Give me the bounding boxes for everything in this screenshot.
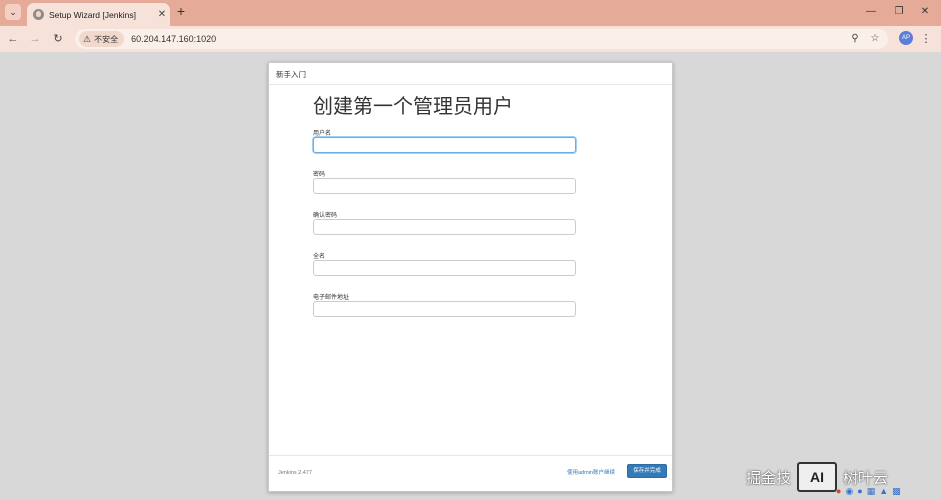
version-label: Jenkins 2.477 xyxy=(278,470,312,476)
dialog-footer: Jenkins 2.477 使用admin账户继续 保存并完成 xyxy=(269,455,672,491)
ime-mode-icon[interactable]: ◉ xyxy=(845,484,853,498)
star-icon[interactable]: ☆ xyxy=(867,31,883,47)
confirm-password-input[interactable] xyxy=(313,219,576,235)
security-chip[interactable]: ⚠ 不安全 xyxy=(79,31,125,47)
kebab-icon[interactable]: ⋮ xyxy=(920,31,932,47)
window-close-icon[interactable]: ✕ xyxy=(916,4,934,20)
arrow-left-icon[interactable]: ← xyxy=(5,31,21,47)
fullname-field: 全名 xyxy=(313,251,578,276)
restore-icon[interactable]: ❐ xyxy=(890,4,908,20)
close-icon[interactable]: ✕ xyxy=(154,9,170,20)
email-field: 电子邮件地址 xyxy=(313,292,578,317)
password-input[interactable] xyxy=(313,178,576,194)
create-admin-form: 创建第一个管理员用户 用户名 密码 确认密码 全名 电子邮件地址 xyxy=(313,94,578,333)
zoom-icon[interactable]: ⚲ xyxy=(847,31,863,47)
watermark-text-left: 掘金技 xyxy=(746,469,792,487)
confirm-password-field: 确认密码 xyxy=(313,210,578,235)
tab-search-button[interactable]: ⌄ xyxy=(5,4,21,20)
fullname-label: 全名 xyxy=(313,254,326,260)
avatar[interactable]: AP xyxy=(899,31,913,45)
grid-icon[interactable]: ▩ xyxy=(892,484,901,498)
url-text[interactable]: 60.204.147.160:1020 xyxy=(131,34,216,44)
security-label: 不安全 xyxy=(94,34,119,44)
browser-toolbar: ← → ↻ ⚠ 不安全 60.204.147.160:1020 ⚲ ☆ AP ⋮ xyxy=(0,26,941,52)
save-and-finish-button[interactable]: 保存并完成 xyxy=(627,464,667,478)
password-field: 密码 xyxy=(313,169,578,194)
continue-as-admin-link[interactable]: 使用admin账户继续 xyxy=(567,468,615,476)
dialog-header: 新手入门 xyxy=(269,63,672,85)
tab-strip: ⌄ Setup Wizard [Jenkins] ✕ + — ❐ ✕ xyxy=(0,0,941,26)
warning-icon: ⚠ xyxy=(83,33,92,44)
shirt-icon[interactable]: ▲ xyxy=(879,484,888,498)
fullname-input[interactable] xyxy=(313,260,576,276)
arrow-right-icon[interactable]: → xyxy=(27,31,43,47)
reload-icon[interactable]: ↻ xyxy=(50,31,66,47)
chevron-down-icon: ⌄ xyxy=(9,6,17,17)
address-bar[interactable]: ⚠ 不安全 60.204.147.160:1020 ⚲ ☆ xyxy=(75,29,888,49)
ime-logo-icon[interactable]: ● xyxy=(836,484,841,498)
ime-toolbar: ● ◉ ● ▦ ▲ ▩ xyxy=(836,484,932,498)
password-label: 密码 xyxy=(313,172,326,178)
watermark-logo: AI xyxy=(797,462,838,492)
username-input[interactable] xyxy=(313,137,576,153)
jenkins-icon xyxy=(33,9,44,20)
page-title: 创建第一个管理员用户 xyxy=(313,96,513,118)
tab-title: Setup Wizard [Jenkins] xyxy=(49,9,136,20)
setup-wizard-dialog: 新手入门 创建第一个管理员用户 用户名 密码 确认密码 全名 电子邮件地址 Je… xyxy=(268,62,673,492)
username-label: 用户名 xyxy=(313,131,332,137)
username-field: 用户名 xyxy=(313,128,578,153)
plus-icon[interactable]: + xyxy=(173,4,189,20)
tab-setup-wizard[interactable]: Setup Wizard [Jenkins] ✕ xyxy=(27,3,170,26)
minimize-icon[interactable]: — xyxy=(862,4,880,20)
email-label: 电子邮件地址 xyxy=(313,295,350,301)
email-input[interactable] xyxy=(313,301,576,317)
microphone-icon[interactable]: ● xyxy=(857,484,862,498)
keyboard-icon[interactable]: ▦ xyxy=(867,484,876,498)
confirm-password-label: 确认密码 xyxy=(313,213,338,219)
